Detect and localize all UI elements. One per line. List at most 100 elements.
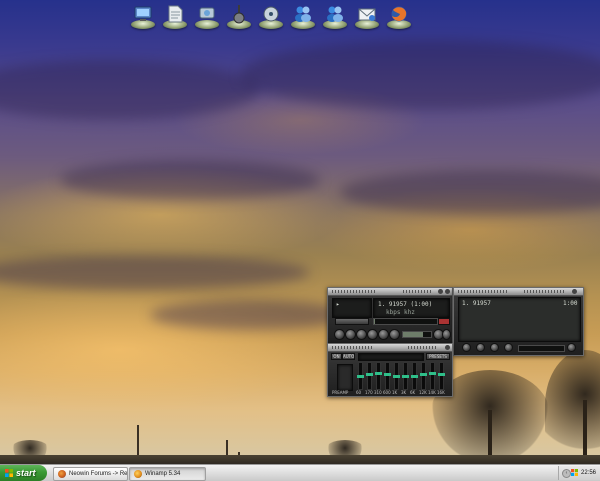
document-icon — [168, 5, 183, 23]
winamp-video-titlebar[interactable] — [454, 288, 583, 296]
eq-auto-button[interactable]: AUTO — [342, 353, 355, 360]
video-zoom-button[interactable] — [490, 343, 499, 352]
video-track-title: 1. 91957 — [462, 300, 491, 307]
eq-band-knob[interactable] — [402, 375, 409, 378]
ground — [0, 455, 600, 464]
winamp-equalizer-window[interactable]: ON AUTO PRESETS PREAMP 60 170 310 600 1K 3K 6K… — [327, 343, 453, 397]
taskbar-button-winamp[interactable]: Winamp 5.34 — [129, 467, 206, 481]
video-size-button[interactable] — [476, 343, 485, 352]
video-track-time: 1:00 — [563, 300, 578, 307]
next-button[interactable] — [378, 329, 389, 340]
dock-item-guitar[interactable] — [224, 0, 254, 32]
eq-band-slider[interactable] — [438, 362, 445, 390]
cloud — [0, 255, 310, 290]
firefox-icon — [391, 6, 407, 22]
eq-band-slider[interactable] — [420, 362, 427, 390]
fullscreen-button[interactable] — [462, 343, 471, 352]
close-icon[interactable] — [572, 289, 577, 294]
eq-band-knob[interactable] — [429, 372, 436, 375]
monitor-icon — [134, 6, 152, 21]
video-ticker — [518, 345, 565, 352]
tree-trunk — [583, 400, 587, 460]
eq-band-slider[interactable] — [393, 362, 400, 390]
taskbar-button-label: Neowin Forums -> Re... — [69, 471, 128, 477]
track-title: 1. 91957 (1:00) — [378, 301, 433, 308]
show-hidden-icons-arrow-icon[interactable]: ‹ — [562, 469, 571, 478]
eq-band-knob[interactable] — [366, 373, 373, 376]
taskbar-button-neowin[interactable]: Neowin Forums -> Re... — [53, 467, 128, 481]
mail-icon — [358, 8, 376, 21]
video-options-button[interactable] — [504, 343, 513, 352]
eq-band-slider[interactable] — [429, 362, 436, 390]
video-display: 1. 91957 1:00 — [458, 297, 581, 342]
video-resize-button[interactable] — [567, 343, 576, 352]
winamp-main-window[interactable]: ▸ 1. 91957 (1:00) kbps khz — [327, 287, 453, 344]
samplerate-label: khz — [404, 309, 415, 316]
start-label: start — [16, 468, 36, 478]
cloud — [240, 40, 600, 110]
eject-button[interactable] — [389, 329, 400, 340]
dock-item-network[interactable] — [192, 0, 222, 32]
network-icon — [199, 7, 215, 19]
dock-item-messenger-2[interactable] — [320, 0, 350, 32]
eq-band-label: 310 — [374, 390, 382, 395]
pause-button[interactable] — [356, 329, 367, 340]
eq-presets-button[interactable]: PRESETS — [426, 353, 450, 360]
time-display[interactable]: ▸ — [332, 298, 372, 318]
close-icon[interactable] — [445, 289, 450, 294]
dock-item-my-computer[interactable] — [128, 0, 158, 32]
taskbar-button-label: Winamp 5.34 — [145, 471, 181, 477]
dock-item-messenger-1[interactable] — [288, 0, 318, 32]
dock-item-firefox[interactable] — [384, 0, 414, 32]
dock-item-media[interactable] — [256, 0, 286, 32]
eq-band-slider[interactable] — [411, 362, 418, 390]
eq-band-label: 170 — [365, 390, 373, 395]
eq-band-knob[interactable] — [393, 375, 400, 378]
minimize-icon[interactable] — [438, 289, 443, 294]
clock[interactable]: 22:56 — [581, 466, 596, 480]
messenger-icon — [327, 6, 343, 22]
winamp-icon — [134, 470, 142, 478]
eq-band-label: 12K — [419, 390, 427, 395]
seek-bar[interactable] — [373, 318, 438, 325]
system-tray: ‹ 22:56 — [558, 466, 600, 480]
eq-band-label: 600 — [383, 390, 391, 395]
taskbar: start Neowin Forums -> Re... Winamp 5.34… — [0, 464, 600, 481]
eq-band-slider[interactable] — [357, 362, 364, 390]
eq-band-label: 16K — [437, 390, 445, 395]
eq-band-slider[interactable] — [375, 362, 382, 390]
previous-button[interactable] — [334, 329, 345, 340]
eq-band-label: 60 — [356, 390, 362, 395]
eq-band-knob[interactable] — [411, 375, 418, 378]
eq-band-slider[interactable] — [366, 362, 373, 390]
eq-band-slider[interactable] — [384, 362, 391, 390]
eq-band-knob[interactable] — [438, 373, 445, 376]
dock-item-documents[interactable] — [160, 0, 190, 32]
play-button[interactable] — [345, 329, 356, 340]
volume-slider[interactable] — [402, 331, 432, 338]
eq-band-slider[interactable] — [402, 362, 409, 390]
start-button[interactable]: start — [0, 465, 47, 481]
close-icon[interactable] — [445, 345, 450, 350]
eq-band-knob[interactable] — [375, 372, 382, 375]
desktop-wallpaper: ▸ 1. 91957 (1:00) kbps khz 1. 91957 1:00… — [0, 0, 600, 464]
eq-curve-display — [358, 353, 424, 361]
bitrate-label: kbps — [386, 309, 401, 316]
eq-preamp-panel — [337, 364, 353, 391]
windows-flag-icon[interactable] — [571, 469, 578, 476]
winamp-main-titlebar[interactable] — [328, 288, 452, 296]
windows-flag-icon — [5, 469, 13, 477]
eq-band-knob[interactable] — [384, 373, 391, 376]
tree — [545, 350, 600, 460]
guitar-icon — [233, 5, 245, 24]
winamp-equalizer-titlebar[interactable] — [328, 344, 452, 352]
winamp-video-window[interactable]: 1. 91957 1:00 — [453, 287, 584, 356]
eq-band-label: 3K — [401, 390, 407, 395]
eq-band-knob[interactable] — [420, 373, 427, 376]
dock-item-mail[interactable] — [352, 0, 382, 32]
eq-band-knob[interactable] — [357, 375, 364, 378]
repeat-button[interactable] — [442, 329, 451, 340]
cloud — [60, 160, 320, 200]
stop-button[interactable] — [367, 329, 378, 340]
eq-on-button[interactable]: ON — [331, 353, 342, 360]
